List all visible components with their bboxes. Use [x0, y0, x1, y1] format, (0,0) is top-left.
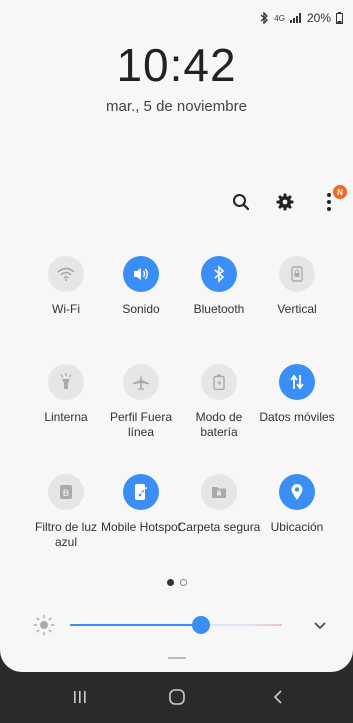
tile-sound[interactable]: Sonido [98, 256, 184, 317]
gear-icon[interactable] [273, 190, 297, 214]
tile-label: Modo de batería [195, 410, 243, 439]
rotation-lock-icon [279, 256, 315, 292]
tile-label: Perfil Fuera línea [109, 410, 173, 439]
clock-time[interactable]: 10:42 [0, 38, 353, 92]
flashlight-icon [48, 364, 84, 400]
tile-wifi[interactable]: Wi-Fi [23, 256, 109, 317]
mobile-data-icon [279, 364, 315, 400]
brightness-handle[interactable] [192, 616, 211, 634]
page-indicator [0, 579, 353, 586]
chevron-down-icon[interactable] [313, 618, 327, 636]
tile-battery-mode[interactable]: Modo de batería [176, 364, 262, 440]
status-bar: 4G 20% [260, 11, 343, 25]
svg-text:B: B [63, 488, 70, 498]
navigation-bar [0, 672, 353, 723]
bluetooth-icon [201, 256, 237, 292]
secure-folder-icon [201, 474, 237, 510]
tile-label: Ubicación [270, 520, 324, 534]
wifi-icon [48, 256, 84, 292]
battery-icon [336, 12, 343, 24]
battery-percent: 20% [306, 11, 331, 25]
tile-vertical[interactable]: Vertical [254, 256, 340, 317]
tile-blue-light-filter[interactable]: B Filtro de luz azul [23, 474, 109, 550]
sound-icon [123, 256, 159, 292]
page-dot[interactable] [179, 579, 187, 586]
airplane-icon [123, 364, 159, 400]
location-icon [279, 474, 315, 510]
tile-label: Vertical [277, 302, 317, 316]
tile-label: Sonido [122, 302, 160, 316]
clock-date[interactable]: mar., 5 de noviembre [0, 98, 353, 115]
brightness-sun-icon [33, 614, 55, 641]
recent-apps-icon[interactable] [73, 690, 87, 709]
tile-label: Bluetooth [193, 302, 245, 316]
brightness-track-tail [250, 624, 282, 626]
tile-secure-folder[interactable]: Carpeta segura [176, 474, 262, 535]
notification-badge: N [333, 185, 347, 199]
search-icon[interactable] [229, 190, 253, 214]
tile-label: Wi-Fi [52, 302, 80, 316]
tile-bluetooth[interactable]: Bluetooth [176, 256, 262, 317]
panel-drag-handle[interactable] [168, 657, 186, 659]
battery-mode-icon [201, 364, 237, 400]
tile-label: Linterna [44, 410, 88, 424]
quick-settings-panel: 4G 20% 10:42 mar., 5 de noviembre N Wi-F… [0, 0, 353, 672]
tile-label: Carpeta segura [177, 520, 261, 534]
bluetooth-status-icon [260, 12, 269, 24]
hotspot-icon [123, 474, 159, 510]
tile-flashlight[interactable]: Linterna [23, 364, 109, 425]
signal-icon [289, 13, 302, 23]
back-icon[interactable] [272, 690, 284, 709]
tile-label: Filtro de luz azul [34, 520, 98, 549]
home-icon[interactable] [168, 688, 186, 711]
tile-location[interactable]: Ubicación [254, 474, 340, 535]
brightness-fill [70, 624, 202, 626]
page-dot-active[interactable] [166, 579, 174, 586]
tile-label: Datos móviles [259, 410, 335, 424]
tile-airplane[interactable]: Perfil Fuera línea [98, 364, 184, 440]
blue-light-filter-icon: B [48, 474, 84, 510]
tile-mobile-hotspot[interactable]: Mobile Hotspot [98, 474, 184, 535]
tile-label: Mobile Hotspot [100, 520, 182, 534]
more-options-icon[interactable]: N [317, 185, 347, 214]
brightness-row [0, 612, 353, 638]
tile-mobile-data[interactable]: Datos móviles [254, 364, 340, 425]
network-type-icon: 4G [274, 13, 285, 23]
quick-panel-toolbar: N [229, 185, 347, 214]
